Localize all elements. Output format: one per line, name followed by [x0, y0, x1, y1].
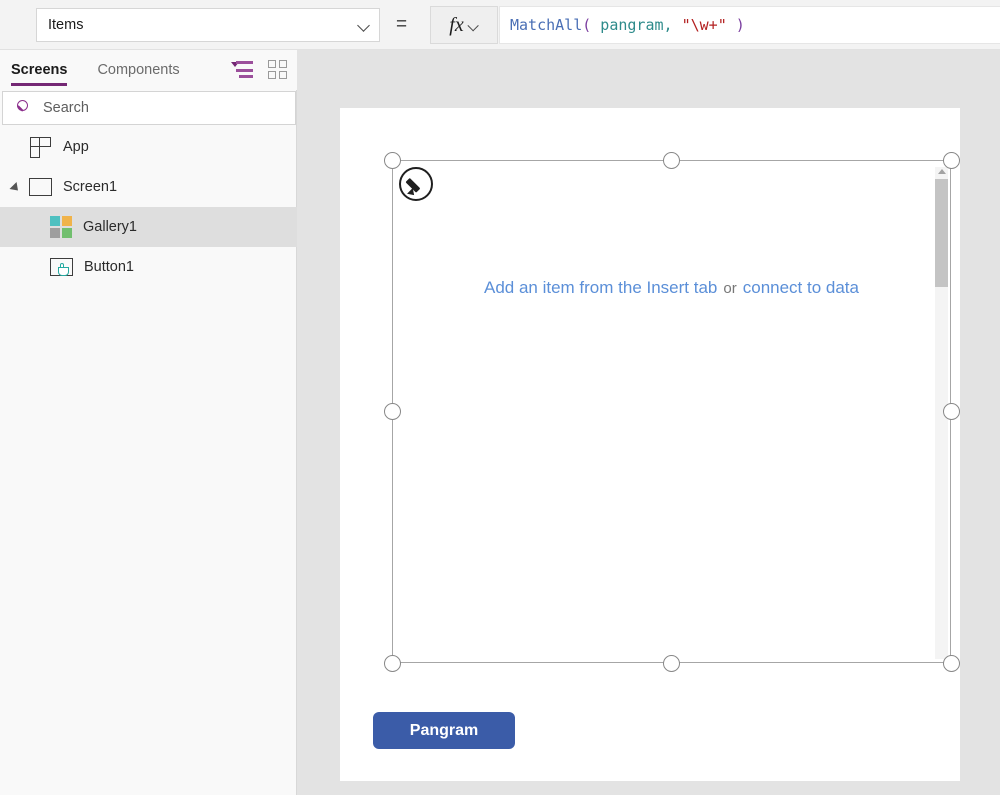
- scrollbar-thumb[interactable]: [935, 179, 948, 287]
- tab-components[interactable]: Components: [97, 50, 179, 90]
- formula-text: MatchAll( pangram, "\w+" ): [510, 16, 745, 34]
- tree-item-label: Button1: [84, 259, 134, 275]
- formula-token: ,: [663, 16, 673, 34]
- expander-placeholder: [10, 139, 26, 155]
- chevron-down-icon: [468, 20, 479, 31]
- pencil-icon[interactable]: [399, 167, 433, 201]
- tree-item-label: App: [63, 139, 89, 155]
- formula-token: [673, 16, 682, 34]
- gallery-icon: [50, 216, 72, 238]
- app-icon: [30, 136, 51, 158]
- formula-token: "\w+": [681, 16, 727, 34]
- gallery-bounds: [392, 160, 951, 663]
- property-select[interactable]: Items: [36, 8, 380, 42]
- empty-message-or: or: [723, 280, 737, 297]
- tree-view-icon[interactable]: [231, 60, 253, 79]
- resize-handle-top-center[interactable]: [663, 152, 680, 169]
- formula-input[interactable]: MatchAll( pangram, "\w+" ): [499, 6, 1000, 44]
- pangram-button[interactable]: Pangram: [373, 712, 515, 749]
- search-icon: [15, 99, 32, 117]
- thumbnail-view-icon[interactable]: [268, 60, 287, 79]
- tree-item-label: Screen1: [63, 179, 118, 195]
- tab-screens[interactable]: Screens: [11, 50, 68, 90]
- equals-sign: =: [396, 14, 408, 35]
- scroll-up-arrow-icon[interactable]: [938, 169, 946, 174]
- expander-triangle-icon[interactable]: [8, 179, 24, 195]
- search-placeholder: Search: [43, 100, 89, 116]
- button-icon: [50, 257, 74, 277]
- panel-tabs: Screens Components: [0, 50, 297, 90]
- formula-bar: Items = fx MatchAll( pangram, "\w+" ): [0, 0, 1000, 50]
- formula-token: ): [735, 16, 745, 34]
- resize-handle-bottom-left[interactable]: [384, 655, 401, 672]
- resize-handle-top-left[interactable]: [384, 152, 401, 169]
- formula-token: MatchAll: [510, 16, 583, 34]
- connect-to-data-link[interactable]: connect to data: [743, 278, 859, 297]
- resize-handle-bottom-center[interactable]: [663, 655, 680, 672]
- formula-token: pangram: [591, 16, 664, 34]
- resize-handle-middle-left[interactable]: [384, 403, 401, 420]
- formula-token: (: [582, 16, 592, 34]
- chevron-down-icon: [357, 18, 371, 32]
- tree-item-label: Gallery1: [83, 219, 137, 235]
- left-panel: Screens Components Search App Screen1 Ga…: [0, 50, 297, 795]
- tree-item-button1[interactable]: Button1: [0, 247, 297, 287]
- tree-item-app[interactable]: App: [0, 127, 297, 167]
- power-apps-studio: Items = fx MatchAll( pangram, "\w+" ) Sc…: [0, 0, 1000, 795]
- resize-handle-top-right[interactable]: [943, 152, 960, 169]
- search-box[interactable]: Search: [2, 91, 296, 125]
- tree-item-screen1[interactable]: Screen1: [0, 167, 297, 207]
- property-select-value: Items: [48, 17, 84, 33]
- resize-handle-bottom-right[interactable]: [943, 655, 960, 672]
- view-toggle-group: [231, 60, 287, 79]
- insert-tab-link[interactable]: Add an item from the Insert tab: [484, 278, 717, 297]
- formula-token: [727, 16, 736, 34]
- fx-button[interactable]: fx: [430, 6, 498, 44]
- fx-label: fx: [449, 13, 464, 36]
- gallery-control[interactable]: Add an item from the Insert tab or connect…: [392, 160, 951, 663]
- screen-tree: App Screen1 Gallery1 Button1: [0, 127, 297, 287]
- gallery-empty-message: Add an item from the Insert tab or connect…: [392, 278, 951, 298]
- screen-icon: [29, 178, 52, 196]
- tree-item-gallery1[interactable]: Gallery1: [0, 207, 297, 247]
- resize-handle-middle-right[interactable]: [943, 403, 960, 420]
